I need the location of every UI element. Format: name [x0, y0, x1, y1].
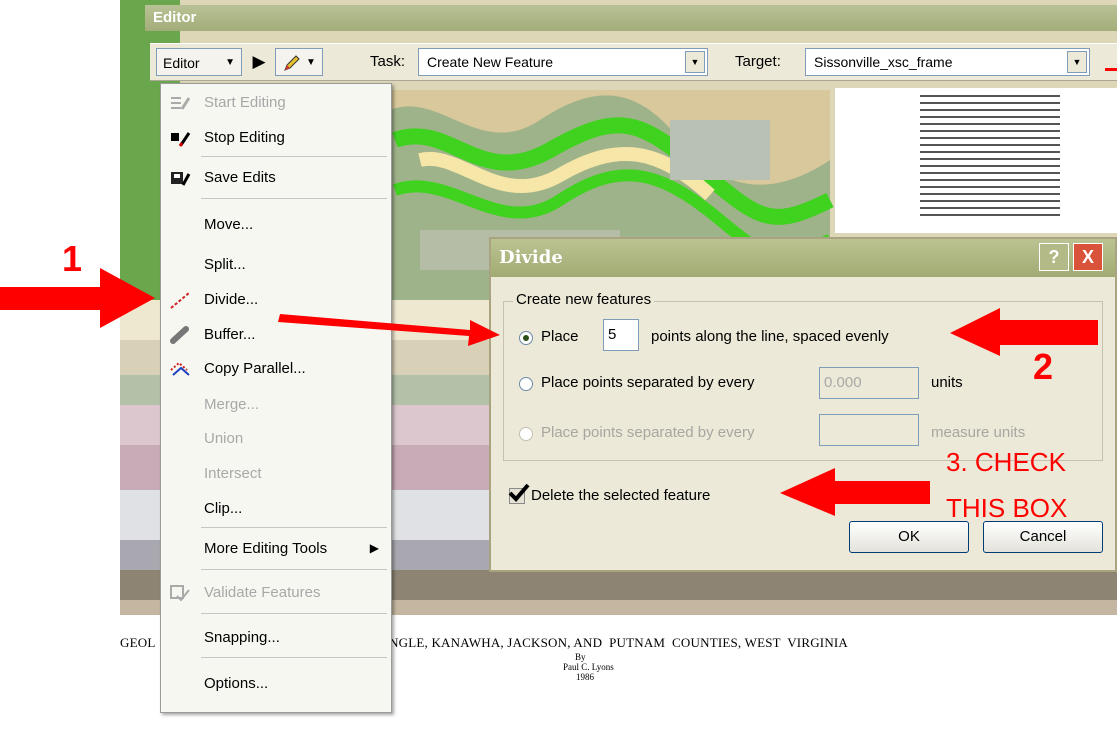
step-3-label-line1: 3. CHECK: [946, 447, 1066, 477]
arrow-step-3: [780, 468, 930, 516]
target-marker: [1105, 68, 1117, 71]
step-1-label: 1: [62, 238, 83, 279]
step-3-label-line2: THIS BOX: [946, 493, 1068, 523]
arrow-divide-to-place: [278, 314, 500, 346]
step-2-label: 2: [1033, 346, 1054, 387]
arrow-step-2: [950, 308, 1098, 356]
annotation-arrows: [0, 68, 1117, 516]
